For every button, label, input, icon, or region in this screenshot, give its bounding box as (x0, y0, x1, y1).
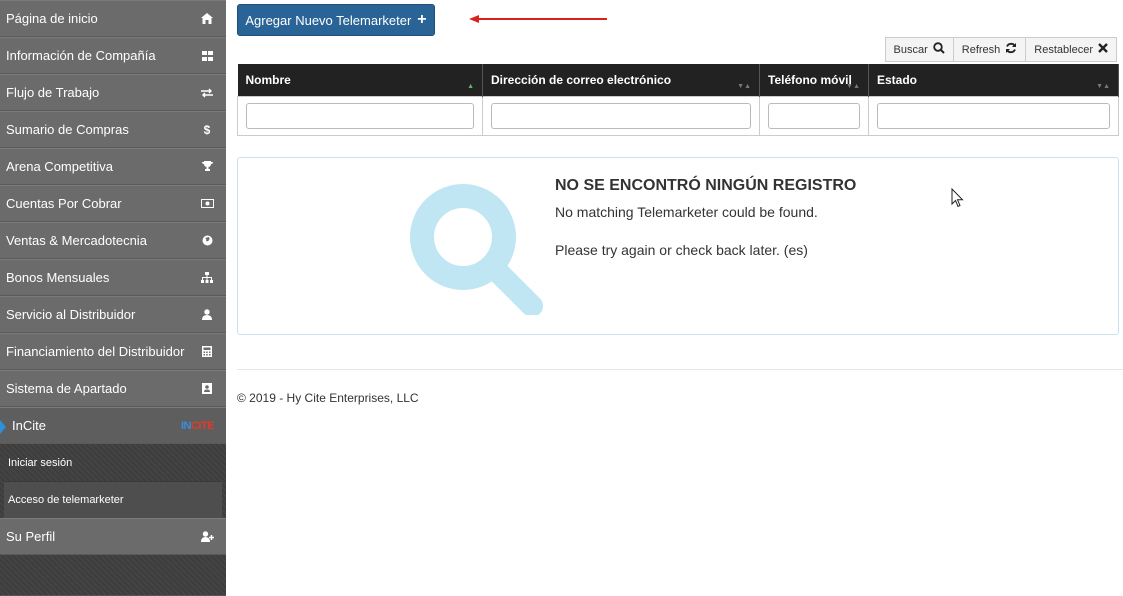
sidebar-item-label: Financiamiento del Distribuidor (6, 344, 185, 359)
incite-submenu: Iniciar sesión Acceso de telemarketer (0, 444, 226, 518)
main-content: Agregar Nuevo Telemarketer + Buscar Refr… (237, 0, 1123, 596)
refresh-icon (1005, 42, 1017, 57)
sort-asc-icon: ▲ (467, 82, 474, 90)
mouse-cursor-icon (951, 188, 964, 208)
sidebar-item-label: Cuentas Por Cobrar (6, 196, 122, 211)
sidebar-item-profile[interactable]: Su Perfil (0, 518, 226, 555)
refresh-button-label: Refresh (961, 43, 1001, 56)
search-button[interactable]: Buscar (884, 37, 954, 62)
sidebar-item-label: Página de inicio (6, 11, 98, 26)
reset-button[interactable]: Restablecer (1025, 37, 1117, 62)
submenu-item-login[interactable]: Iniciar sesión (4, 444, 222, 481)
sidebar-item-label: Bonos Mensuales (6, 270, 110, 285)
sidebar-item-label: Arena Competitiva (6, 159, 113, 174)
contact-card-icon (200, 382, 214, 396)
sort-icon: ▼▲ (737, 82, 751, 90)
sidebar-item-purchase-summary[interactable]: Sumario de Compras $ (0, 111, 226, 148)
magnifier-icon (410, 184, 543, 315)
filter-status-input[interactable] (877, 102, 1110, 129)
sidebar: Página de inicio Información de Compañía… (0, 0, 226, 596)
column-header-status[interactable]: Estado ▼▲ (868, 64, 1119, 96)
incite-logo: INCITE (180, 419, 215, 432)
add-telemarketer-label: Agregar Nuevo Telemarketer (245, 12, 412, 28)
add-telemarketer-button[interactable]: Agregar Nuevo Telemarketer + (237, 4, 435, 36)
sidebar-item-incite[interactable]: InCite INCITE (0, 407, 226, 444)
filter-mobile-input[interactable] (768, 102, 860, 129)
divider (237, 369, 1123, 370)
telemarketer-table: Nombre ▲ Dirección de correo electrónico ▼… (237, 64, 1119, 136)
sort-icon: ▼▲ (1096, 82, 1110, 90)
submenu-item-label: Acceso de telemarketer (8, 494, 124, 506)
sidebar-item-competitive-arena[interactable]: Arena Competitiva (0, 148, 226, 185)
sidebar-filler (0, 555, 226, 595)
globe-icon (200, 234, 214, 248)
filter-name-input[interactable] (246, 102, 474, 129)
empty-state-message: No matching Telemarketer could be found. (555, 204, 818, 220)
calculator-icon (200, 345, 214, 359)
exchange-icon (200, 86, 214, 100)
sidebar-item-home[interactable]: Página de inicio (0, 0, 226, 37)
empty-state-panel: NO SE ENCONTRÓ NINGÚN REGISTRO No matchi… (237, 157, 1119, 335)
sidebar-item-monthly-bonus[interactable]: Bonos Mensuales (0, 259, 226, 296)
annotation-arrow (469, 15, 607, 23)
sidebar-item-layaway-system[interactable]: Sistema de Apartado (0, 370, 226, 407)
sidebar-item-label: Sumario de Compras (6, 122, 129, 137)
grid-icon (200, 49, 214, 63)
sidebar-item-distributor-service[interactable]: Servicio al Distribuidor (0, 296, 226, 333)
column-header-mobile[interactable]: Teléfono móvil ▼▲ (759, 64, 869, 96)
close-icon (1098, 43, 1108, 56)
trophy-icon (200, 160, 214, 174)
column-header-name[interactable]: Nombre ▲ (237, 64, 483, 96)
sidebar-item-label: Sistema de Apartado (6, 381, 127, 396)
home-icon (200, 12, 214, 26)
submenu-item-label: Iniciar sesión (8, 456, 73, 469)
sidebar-item-sales-marketing[interactable]: Ventas & Mercadotecnia (0, 222, 226, 259)
sidebar-item-label: Información de Compañía (6, 48, 156, 63)
footer-copyright: © 2019 - Hy Cite Enterprises, LLC (237, 391, 419, 405)
sidebar-item-label: Ventas & Mercadotecnia (6, 233, 147, 248)
user-icon (200, 308, 214, 322)
search-icon (933, 42, 945, 57)
column-header-email[interactable]: Dirección de correo electrónico ▼▲ (482, 64, 760, 96)
filter-cell (482, 95, 760, 136)
plus-icon: + (417, 11, 427, 28)
user-add-icon (200, 530, 214, 544)
search-button-label: Buscar (893, 43, 928, 56)
sidebar-item-distributor-financing[interactable]: Financiamiento del Distribuidor (0, 333, 226, 370)
sidebar-item-company-info[interactable]: Información de Compañía (0, 37, 226, 74)
reset-button-label: Restablecer (1034, 43, 1093, 56)
sidebar-item-label: Su Perfil (6, 529, 56, 544)
sidebar-item-label: InCite (12, 418, 46, 433)
grid-toolbar: Buscar Refresh Restablecer (884, 37, 1117, 62)
sidebar-item-accounts-receivable[interactable]: Cuentas Por Cobrar (0, 185, 226, 222)
dollar-icon: $ (203, 122, 211, 137)
sidebar-item-label: Flujo de Trabajo (6, 85, 100, 100)
empty-state-hint: Please try again or check back later. (e… (555, 242, 808, 258)
filter-cell (868, 95, 1119, 136)
empty-state-title: NO SE ENCONTRÓ NINGÚN REGISTRO (555, 177, 857, 194)
sort-icon: ▼▲ (846, 82, 860, 90)
sidebar-item-workflow[interactable]: Flujo de Trabajo (0, 74, 226, 111)
refresh-button[interactable]: Refresh (952, 37, 1027, 62)
filter-cell (237, 95, 483, 136)
filter-cell (759, 95, 869, 136)
sitemap-icon (200, 271, 214, 285)
sidebar-item-label: Servicio al Distribuidor (6, 307, 136, 322)
filter-row (237, 95, 1119, 136)
filter-email-input[interactable] (491, 102, 751, 129)
submenu-item-telemarketer-access[interactable]: Acceso de telemarketer (4, 481, 222, 518)
money-icon (200, 197, 214, 211)
